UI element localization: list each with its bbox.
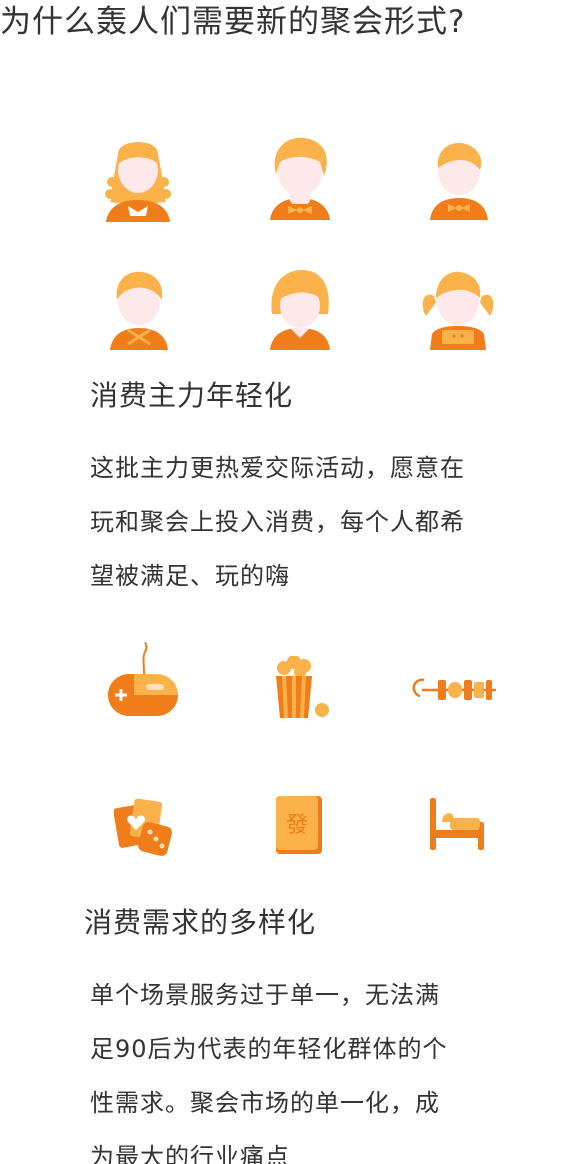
- bed-icon: [428, 796, 488, 852]
- body-line: 单个场景服务过于单一，无法满: [90, 981, 440, 1009]
- man-bowtie-avatar-icon: [262, 132, 338, 220]
- body-line: 这批主力更热爱交际活动，愿意在: [90, 454, 465, 482]
- mahjong-tile-icon: 發: [274, 794, 324, 856]
- section-body-demand: 单个场景服务过于单一，无法满 足90后为代表的年轻化群体的个 性需求。聚会市场的…: [90, 968, 520, 1164]
- cards-and-dice-icon: [114, 794, 174, 856]
- body-line: 性需求。聚会市场的单一化，成: [90, 1089, 440, 1117]
- body-line: 足90后为代表的年轻化群体的个: [90, 1035, 448, 1063]
- section-body-consumers: 这批主力更热爱交际活动，愿意在 玩和聚会上投入消费，每个人都希 望被满足、玩的嗨: [90, 441, 520, 603]
- body-line: 玩和聚会上投入消费，每个人都希: [90, 508, 465, 536]
- girl-pigtails-avatar-icon: [420, 266, 496, 350]
- body-line: 为最大的行业痛点: [90, 1143, 290, 1164]
- boy-bowtie-avatar-icon: [424, 138, 494, 220]
- section-heading-consumers: 消费主力年轻化: [90, 379, 294, 412]
- boy-ribbon-avatar-icon: [104, 268, 174, 350]
- section-heading-demand: 消费需求的多样化: [84, 906, 317, 939]
- mahjong-tile-char: 發: [286, 813, 308, 838]
- kebab-skewer-icon: [412, 672, 500, 708]
- popcorn-icon: [270, 656, 334, 722]
- page-title: 为什么轰人们需要新的聚会形式?: [0, 4, 466, 40]
- game-mouse-icon: [102, 642, 182, 720]
- woman-long-hair-avatar-icon: [100, 132, 176, 222]
- girl-bob-hair-avatar-icon: [264, 268, 336, 350]
- body-line: 望被满足、玩的嗨: [90, 562, 290, 590]
- page: 为什么轰人们需要新的聚会形式? 消费主力年轻化 这批主力更热爱交际活动，愿意在 …: [0, 0, 588, 1164]
